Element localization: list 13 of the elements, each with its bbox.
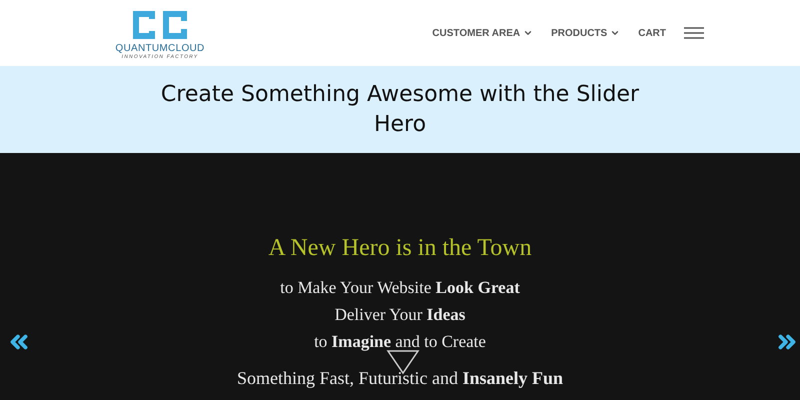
hero-line: Something Fast, Futuristic and Insanely Fun: [236, 367, 564, 390]
caret-icon: [523, 28, 534, 38]
hero-line: to Make Your Website Look Great: [280, 277, 520, 299]
hero-heading: A New Hero is in the Town: [268, 235, 532, 262]
nav-link[interactable]: PRODUCTS: [551, 28, 620, 38]
banner-title: Create Something Awesome with the Slider Hero: [160, 80, 640, 138]
hero-line: to Imagine and to Create: [314, 331, 486, 353]
nav-link[interactable]: CART: [638, 28, 666, 38]
menu-icon[interactable]: [684, 27, 704, 39]
hero-line: Deliver Your Ideas: [334, 304, 466, 326]
caret-icon: [610, 28, 620, 38]
logo-name: QUANTUMCLOUD: [115, 42, 205, 54]
nav-link[interactable]: CUSTOMER AREA: [432, 28, 534, 38]
